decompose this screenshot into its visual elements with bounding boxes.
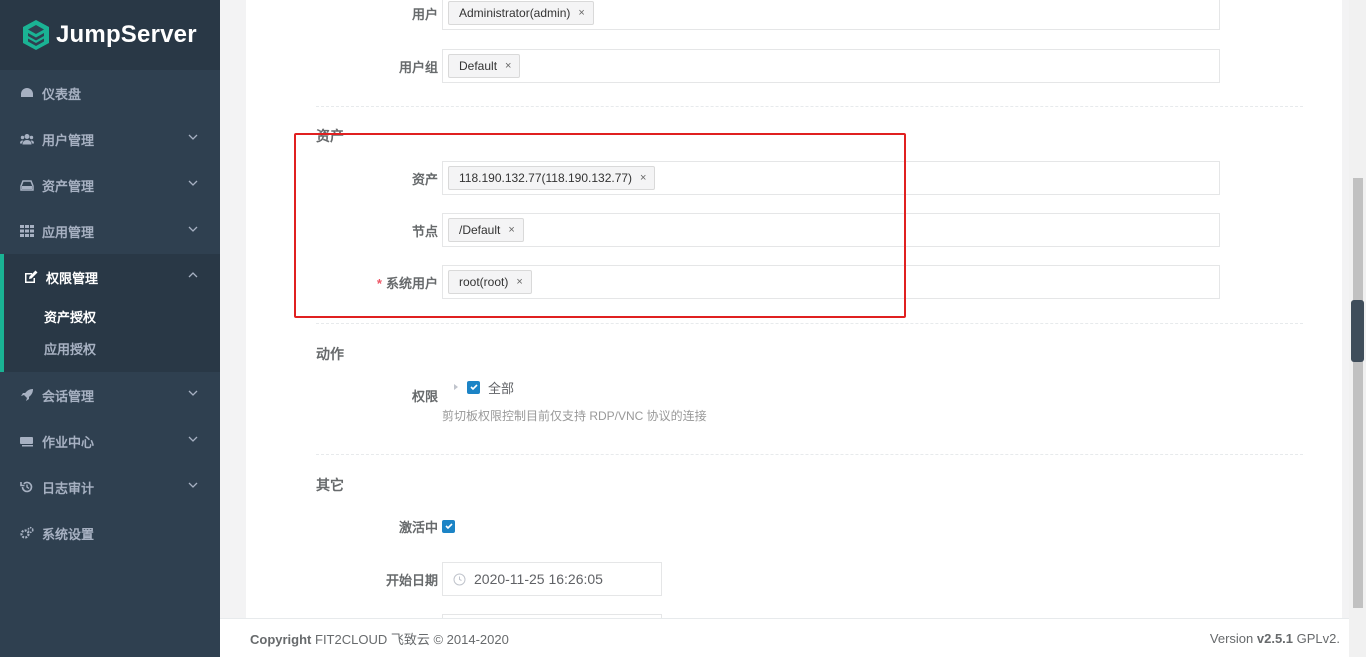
active-checkbox[interactable] xyxy=(442,519,455,533)
active-row: 激活中 xyxy=(246,516,1342,536)
sidebar: JumpServer 仪表盘 用户管理 资产管理 应用管理 权限管理 资产授权 … xyxy=(0,0,220,657)
sidebar-item-label: 仪表盘 xyxy=(42,86,82,102)
permission-tree: 全部 xyxy=(452,377,514,397)
asset-section-title: 资产 xyxy=(316,128,344,144)
assets-label: 资产 xyxy=(411,171,438,187)
sidebar-item-assets[interactable]: 资产管理 xyxy=(0,162,220,208)
check-icon xyxy=(469,384,478,391)
users-icon xyxy=(20,132,34,146)
permission-all-checkbox[interactable] xyxy=(467,380,480,394)
sidebar-item-audit-logs[interactable]: 日志审计 xyxy=(0,464,220,510)
active-label: 激活中 xyxy=(398,519,438,535)
footer: Copyright FIT2CLOUD 飞致云 © 2014-2020 Vers… xyxy=(220,618,1366,657)
remove-tag-icon[interactable]: × xyxy=(508,224,514,236)
chevron-down-icon xyxy=(188,134,198,140)
section-divider xyxy=(316,454,1303,455)
history-icon xyxy=(20,480,34,494)
user-group-select[interactable]: Default × xyxy=(442,49,1220,83)
chevron-down-icon xyxy=(188,390,198,396)
permission-row: 权限 全部 xyxy=(246,377,1342,411)
gears-icon xyxy=(20,526,34,540)
system-users-label: * 系统用户 xyxy=(376,275,438,291)
user-label: 用户 xyxy=(411,6,438,22)
selected-tag: Default × xyxy=(448,54,521,78)
permission-form: 用户 Administrator(admin) × 用户组 Default × … xyxy=(246,0,1342,624)
scrollbar-grip[interactable] xyxy=(1351,300,1364,362)
sidebar-item-settings[interactable]: 系统设置 xyxy=(0,510,220,556)
sidebar-subitem-asset-permissions[interactable]: 资产授权 xyxy=(4,300,220,332)
user-group-row: 用户组 Default × xyxy=(246,49,1342,83)
sidebar-item-label: 资产管理 xyxy=(42,178,95,194)
sidebar-item-label: 应用管理 xyxy=(42,224,95,240)
sidebar-item-applications[interactable]: 应用管理 xyxy=(0,208,220,254)
permissions-submenu: 资产授权 应用授权 xyxy=(0,300,220,372)
sidebar-subitem-app-permissions[interactable]: 应用授权 xyxy=(4,332,220,364)
sidebar-item-label: 日志审计 xyxy=(42,480,95,496)
selected-tag: Administrator(admin) × xyxy=(448,1,594,25)
section-divider xyxy=(316,323,1303,324)
hdd-icon xyxy=(20,178,34,192)
caret-right-icon[interactable] xyxy=(452,383,460,391)
required-mark: * xyxy=(376,275,382,291)
system-users-row: * 系统用户 root(root) × xyxy=(246,265,1342,299)
main-content: 用户 Administrator(admin) × 用户组 Default × … xyxy=(220,0,1366,657)
keyboard-icon xyxy=(20,434,34,448)
sidebar-item-users[interactable]: 用户管理 xyxy=(0,116,220,162)
logo[interactable]: JumpServer xyxy=(0,0,220,70)
check-icon xyxy=(444,523,453,530)
other-section-title: 其它 xyxy=(316,477,344,493)
chevron-up-icon xyxy=(188,272,198,278)
dashboard-icon xyxy=(20,86,34,100)
start-date-label: 开始日期 xyxy=(385,572,438,588)
nodes-row: 节点 /Default × xyxy=(246,213,1342,247)
sidebar-item-label: 系统设置 xyxy=(42,526,95,542)
chevron-down-icon xyxy=(188,436,198,442)
permission-hint: 剪切板权限控制目前仅支持 RDP/VNC 协议的连接 xyxy=(442,409,707,423)
sidebar-item-dashboard[interactable]: 仪表盘 xyxy=(0,70,220,116)
selected-tag: root(root) × xyxy=(448,270,532,294)
version-text: Version v2.5.1 GPLv2. xyxy=(1209,630,1340,646)
section-divider xyxy=(316,106,1303,107)
copyright-text: Copyright FIT2CLOUD 飞致云 © 2014-2020 xyxy=(250,631,509,647)
user-group-label: 用户组 xyxy=(398,59,438,75)
start-date-row: 开始日期 2020-11-25 16:26:05 xyxy=(246,562,1342,596)
start-date-input[interactable]: 2020-11-25 16:26:05 xyxy=(442,562,662,596)
chevron-down-icon xyxy=(188,482,198,488)
assets-row: 资产 118.190.132.77(118.190.132.77) × xyxy=(246,161,1342,195)
system-users-select[interactable]: root(root) × xyxy=(442,265,1220,299)
edit-icon xyxy=(24,270,38,284)
sidebar-item-label: 用户管理 xyxy=(42,132,95,148)
permission-all-label: 全部 xyxy=(488,380,515,396)
nodes-select[interactable]: /Default × xyxy=(442,213,1220,247)
logo-text: JumpServer xyxy=(56,21,197,48)
action-section-title: 动作 xyxy=(316,346,344,362)
chevron-down-icon xyxy=(188,180,198,186)
sidebar-item-label: 会话管理 xyxy=(42,388,95,404)
rocket-icon xyxy=(20,388,34,402)
selected-tag: /Default × xyxy=(448,218,524,242)
scrollbar-thumb[interactable] xyxy=(1353,178,1363,608)
clock-icon xyxy=(453,573,466,585)
chevron-down-icon xyxy=(188,226,198,232)
remove-tag-icon[interactable]: × xyxy=(505,60,511,72)
sidebar-item-label: 作业中心 xyxy=(42,434,95,450)
sidebar-item-jobs[interactable]: 作业中心 xyxy=(0,418,220,464)
remove-tag-icon[interactable]: × xyxy=(516,276,522,288)
sidebar-item-permissions[interactable]: 权限管理 xyxy=(0,254,220,300)
user-row: 用户 Administrator(admin) × xyxy=(246,0,1342,30)
sidebar-item-sessions[interactable]: 会话管理 xyxy=(0,372,220,418)
nodes-label: 节点 xyxy=(411,223,438,239)
remove-tag-icon[interactable]: × xyxy=(578,7,584,19)
page-scrollbar[interactable] xyxy=(1349,0,1366,657)
assets-select[interactable]: 118.190.132.77(118.190.132.77) × xyxy=(442,161,1220,195)
grid-icon xyxy=(20,224,34,238)
jumpserver-logo-icon xyxy=(22,19,50,51)
user-select[interactable]: Administrator(admin) × xyxy=(442,0,1220,30)
remove-tag-icon[interactable]: × xyxy=(640,172,646,184)
selected-tag: 118.190.132.77(118.190.132.77) × xyxy=(448,166,656,190)
permission-label: 权限 xyxy=(411,389,438,404)
sidebar-item-label: 权限管理 xyxy=(46,270,99,286)
